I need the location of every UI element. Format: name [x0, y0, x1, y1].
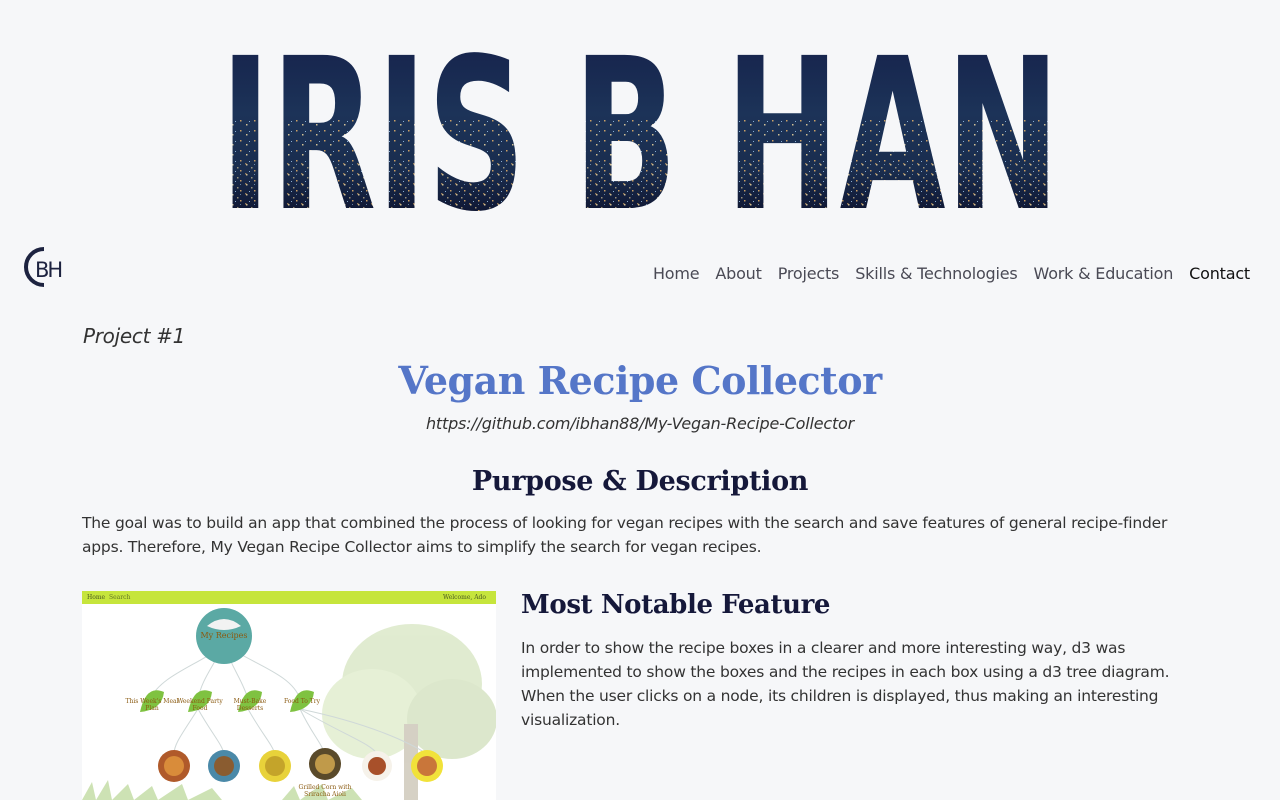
purpose-text: The goal was to build an app that combin…: [82, 514, 1168, 556]
branch-label-4: Food To Try: [283, 698, 321, 705]
site-logo[interactable]: BH: [22, 246, 63, 288]
app-home-link: Home: [87, 594, 106, 601]
tree-background-image: [322, 624, 496, 800]
app-search-link: Search: [109, 594, 131, 601]
main-nav: Home About Projects Skills & Technologie…: [653, 264, 1250, 283]
name-banner-graphic: IRIS B HAN: [220, 28, 1060, 218]
bh-monogram-logo-icon: BH: [24, 247, 63, 287]
name-banner: IRIS B HAN: [0, 28, 1280, 218]
nav-skills[interactable]: Skills & Technologies: [855, 264, 1018, 283]
nav-projects[interactable]: Projects: [778, 264, 840, 283]
nav-about[interactable]: About: [715, 264, 762, 283]
app-welcome-text: Welcome, Ado: [443, 594, 486, 601]
nav-contact[interactable]: Contact: [1189, 264, 1250, 283]
branch-label-3: Must-Bake Desserts: [233, 698, 267, 712]
feature-text: In order to show the recipe boxes in a c…: [521, 639, 1170, 729]
app-nav-bar: Home Search Welcome, Ado: [82, 591, 496, 604]
svg-text:BH: BH: [35, 258, 61, 282]
root-node-label: My Recipes: [200, 631, 248, 640]
leaf-label: Grilled Corn with Sriracha Aioli: [298, 784, 352, 798]
nav-work-education[interactable]: Work & Education: [1034, 264, 1174, 283]
project-number: Project #1: [83, 324, 186, 348]
feature-heading: Most Notable Feature: [521, 590, 831, 620]
portfolio-page: IRIS B HAN BH Home About Projects Skills…: [0, 0, 1280, 800]
repo-link[interactable]: https://github.com/ibhan88/My-Vegan-Reci…: [0, 414, 1280, 433]
nav-home[interactable]: Home: [653, 264, 700, 283]
recipe-nodes: [158, 748, 443, 782]
project-title: Vegan Recipe Collector: [398, 358, 882, 403]
app-screenshot: Home Search Welcome, Ado My Recipes This…: [82, 591, 496, 800]
purpose-heading: Purpose & Description: [471, 466, 809, 497]
